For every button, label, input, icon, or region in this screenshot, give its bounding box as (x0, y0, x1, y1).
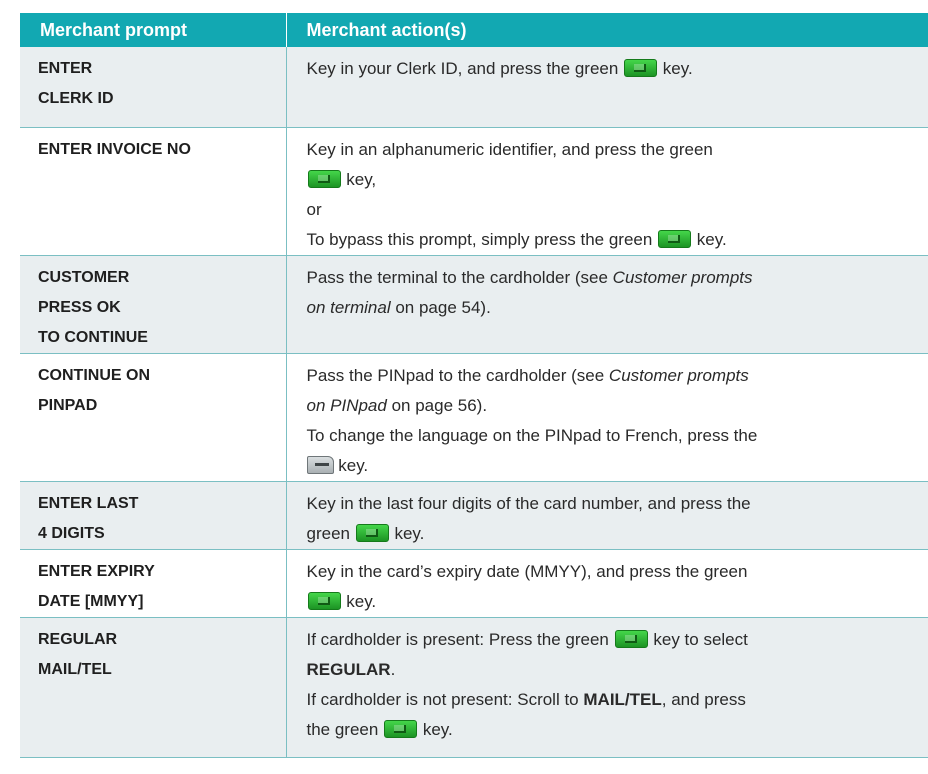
prompt-line: CUSTOMER (38, 268, 130, 286)
prompt-line: ENTER LAST (38, 494, 139, 512)
merchant-action-cell: Key in the card’s expiry date (MMYY), an… (286, 549, 928, 618)
menu-option-regular: REGULAR (306, 659, 391, 679)
action-text: green (306, 523, 350, 543)
merchant-prompt-cell: ENTER CLERK ID (20, 47, 287, 128)
table-row: ENTER LAST 4 DIGITS Key in the last four… (20, 481, 928, 550)
green-ok-key-icon (307, 169, 341, 188)
merchant-prompt-cell: REGULAR MAIL/TEL (20, 617, 287, 758)
action-text: key. (346, 591, 377, 611)
green-ok-key-icon (614, 629, 648, 648)
table-header-row: Merchant prompt Merchant action(s) (20, 13, 928, 47)
table-row: REGULAR MAIL/TEL If cardholder is presen… (20, 617, 928, 758)
merchant-prompt-header: Merchant prompt (20, 13, 287, 47)
action-line: the green key. (307, 715, 921, 745)
green-ok-key-icon (624, 59, 658, 77)
menu-option-mail-tel: MAIL/TEL (583, 689, 662, 709)
merchant-prompts-table: Merchant prompt Merchant action(s) ENTER… (20, 13, 928, 758)
action-text: If cardholder is present: Press the gree… (306, 629, 609, 649)
action-line: on PINpad on page 56). (307, 391, 921, 421)
prompt-line: DATE [MMYY] (38, 592, 144, 610)
action-text: key. (394, 523, 425, 543)
action-text: To bypass this prompt, simply press the … (306, 229, 653, 249)
action-text: . (390, 659, 396, 679)
prompt-line: REGULAR (38, 630, 118, 648)
merchant-prompt-cell: ENTER EXPIRY DATE [MMYY] (20, 549, 287, 618)
table-row: ENTER INVOICE NO Key in an alphanumeric … (20, 127, 928, 256)
green-ok-key-icon (307, 591, 341, 610)
action-text: key. (662, 59, 693, 78)
green-ok-key-icon (355, 523, 389, 542)
table-row: ENTER EXPIRY DATE [MMYY] Key in the card… (20, 549, 928, 618)
prompt-line: CLERK ID (38, 90, 114, 107)
action-text: the green (306, 719, 379, 739)
prompt-line: ENTER INVOICE NO (38, 140, 191, 158)
action-text: Key in your Clerk ID, and press the gree… (306, 59, 619, 78)
cross-reference-title: Customer prompts (612, 267, 753, 287)
action-text: key, (346, 169, 377, 189)
merchant-prompt-cell: CONTINUE ON PINPAD (20, 353, 287, 482)
action-line: If cardholder is not present: Scroll to … (307, 685, 921, 715)
merchant-action-cell: Pass the PINpad to the cardholder (see C… (286, 353, 928, 482)
action-line: Key in an alphanumeric identifier, and p… (306, 139, 713, 159)
green-ok-key-icon (384, 719, 418, 738)
action-text: on page 54). (395, 297, 491, 317)
action-line: REGULAR. (307, 655, 921, 685)
merchant-prompts-table-wrapper: Merchant prompt Merchant action(s) ENTER… (20, 13, 928, 758)
merchant-prompt-cell: ENTER INVOICE NO (20, 127, 287, 256)
merchant-action-cell: Key in the last four digits of the card … (286, 481, 928, 550)
cross-reference-title: on terminal (306, 297, 391, 317)
table-row: ENTER CLERK ID Key in your Clerk ID, and… (20, 47, 928, 128)
cross-reference-title: Customer prompts (608, 365, 749, 385)
action-line: green key. (307, 519, 921, 549)
prompt-line: CONTINUE ON (38, 366, 150, 384)
merchant-action-cell: Key in your Clerk ID, and press the gree… (286, 47, 928, 128)
prompt-line: PINPAD (38, 396, 98, 414)
action-text: key. (696, 229, 727, 249)
action-line: or (306, 199, 322, 219)
green-ok-key-icon (658, 229, 692, 248)
prompt-line: ENTER (38, 60, 93, 77)
prompt-line: 4 DIGITS (38, 524, 105, 542)
action-line: Key in the card’s expiry date (MMYY), an… (306, 561, 748, 581)
prompt-line: ENTER EXPIRY (38, 562, 155, 580)
action-line: key. (306, 451, 921, 481)
action-line: To bypass this prompt, simply press the … (307, 225, 921, 255)
action-line: To change the language on the PINpad to … (306, 425, 758, 445)
merchant-action-header: Merchant action(s) (286, 13, 928, 47)
merchant-prompt-cell: CUSTOMER PRESS OK TO CONTINUE (20, 255, 287, 354)
prompt-line: MAIL/TEL (38, 660, 112, 678)
action-line: Key in your Clerk ID, and press the gree… (307, 54, 921, 84)
prompt-line: PRESS OK (38, 298, 121, 316)
action-text: on page 56). (391, 395, 488, 415)
action-text: key. (422, 719, 453, 739)
grey-language-key-icon (306, 455, 334, 474)
action-text: Pass the terminal to the cardholder (see (306, 267, 608, 287)
merchant-action-cell: Pass the terminal to the cardholder (see… (286, 255, 928, 354)
action-line: If cardholder is present: Press the gree… (307, 625, 921, 655)
action-line: on terminal on page 54). (307, 293, 921, 323)
merchant-action-cell: Key in an alphanumeric identifier, and p… (286, 127, 928, 256)
action-line: Pass the PINpad to the cardholder (see C… (307, 361, 921, 391)
table-row: CUSTOMER PRESS OK TO CONTINUE Pass the t… (20, 255, 928, 354)
merchant-action-cell: If cardholder is present: Press the gree… (286, 617, 928, 758)
action-text: If cardholder is not present: Scroll to (306, 689, 579, 709)
action-line: Key in the last four digits of the card … (306, 493, 751, 513)
action-text: , and press (661, 689, 746, 709)
action-text: key. (338, 455, 369, 475)
action-text: Pass the PINpad to the cardholder (see (306, 365, 605, 385)
prompt-line: TO CONTINUE (38, 328, 148, 346)
merchant-prompt-cell: ENTER LAST 4 DIGITS (20, 481, 287, 550)
action-text: key to select (653, 629, 748, 649)
cross-reference-title: on PINpad (306, 395, 387, 415)
action-line: key, (307, 165, 921, 195)
action-line: key. (307, 587, 921, 617)
action-line: Pass the terminal to the cardholder (see… (307, 263, 921, 293)
table-row: CONTINUE ON PINPAD Pass the PINpad to th… (20, 353, 928, 482)
